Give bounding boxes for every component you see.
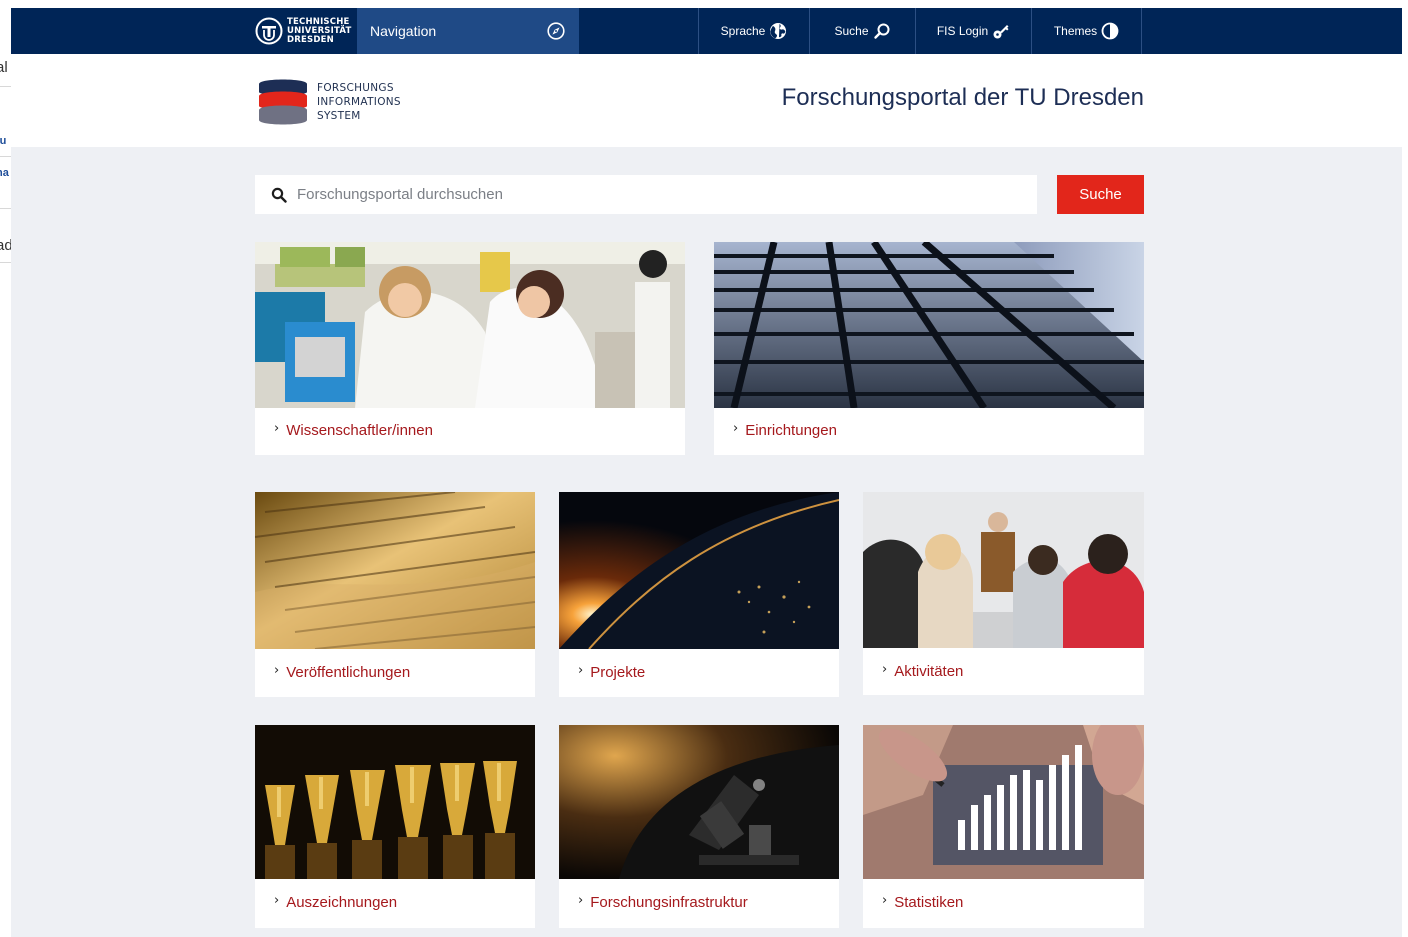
background-page-strip: al tu na ad [0,0,11,937]
language-label: Sprache [720,24,766,38]
statistics-chart-photo [863,725,1144,879]
tile-link-text: Statistiken [894,894,964,911]
tile-link-text: Einrichtungen [745,422,837,439]
themes-menu-button[interactable]: Themes [1031,8,1142,54]
fis-logo-line: SYSTEM [317,110,361,122]
search-menu-label: Suche [834,24,869,38]
background-divider [0,86,11,87]
contrast-icon [1101,22,1119,40]
search-icon [271,187,287,203]
tile-projekte[interactable]: › Projekte [559,492,839,697]
fis-login-label: FIS Login [936,24,989,38]
fis-logo-text: FORSCHUNGS INFORMATIONS SYSTEM [317,81,401,123]
fis-logo[interactable]: FORSCHUNGS INFORMATIONS SYSTEM [257,76,401,128]
tile-wissenschaftler[interactable]: › Wissenschaftler/innen [255,242,685,455]
search-button[interactable]: Suche [1057,175,1144,214]
tile-auszeichnungen[interactable]: › Auszeichnungen [255,725,535,928]
tu-logo-text: TECHNISCHE UNIVERSITÄT DRESDEN [287,17,351,45]
tile-link-text: Veröffentlichungen [286,664,411,681]
compass-icon [547,22,565,40]
scientists-lab-photo [255,242,685,408]
lecture-audience-photo [863,492,1144,648]
fis-logo-line: FORSCHUNGS [317,82,394,94]
chevron-right-icon: › [274,893,280,908]
tile-link-text: Forschungsinfrastruktur [590,894,748,911]
chevron-right-icon: › [882,893,888,908]
tile-label[interactable]: › Forschungsinfrastruktur [578,893,748,911]
tile-einrichtungen[interactable]: › Einrichtungen [714,242,1144,455]
chevron-right-icon: › [274,421,280,436]
top-navbar: TECHNISCHE UNIVERSITÄT DRESDEN Navigatio… [11,8,1402,54]
page-title: Forschungsportal der TU Dresden [781,84,1144,111]
tile-label[interactable]: › Veröffentlichungen [274,663,411,681]
tu-emblem-icon [255,17,283,45]
fis-stack-icon [259,79,307,125]
chevron-right-icon: › [578,663,584,678]
background-divider [0,262,11,263]
glass-building-photo [714,242,1144,408]
globe-icon [770,23,787,39]
top-menu: Sprache Suche FIS Login Themes [698,8,1142,54]
tile-label[interactable]: › Einrichtungen [733,421,837,439]
tile-link-text: Aktivitäten [894,663,964,680]
search-input[interactable] [297,186,997,203]
tile-label[interactable]: › Wissenschaftler/innen [274,421,433,439]
search-menu-button[interactable]: Suche [809,8,915,54]
tile-link-text: Projekte [590,664,646,681]
tu-dresden-logo[interactable]: TECHNISCHE UNIVERSITÄT DRESDEN [255,14,355,48]
key-icon [993,25,1009,39]
golden-trophies-photo [255,725,535,879]
book-pages-photo [255,492,535,649]
chevron-right-icon: › [733,421,739,436]
microscope-photo [559,725,839,879]
tile-label[interactable]: › Projekte [578,663,646,681]
earth-sunrise-photo [559,492,839,649]
tile-statistiken[interactable]: › Statistiken [863,725,1144,928]
portal-page: TECHNISCHE UNIVERSITÄT DRESDEN Navigatio… [11,8,1402,937]
tile-forschungsinfrastruktur[interactable]: › Forschungsinfrastruktur [559,725,839,928]
navigation-toggle-button[interactable]: Navigation [357,8,579,54]
chevron-right-icon: › [882,662,888,677]
site-header: FORSCHUNGS INFORMATIONS SYSTEM Forschung… [11,54,1402,147]
background-text-fragment: ad [0,237,11,254]
tu-logo-line: DRESDEN [287,34,334,45]
language-menu-button[interactable]: Sprache [698,8,809,54]
background-link-fragment: na [0,167,9,179]
chevron-right-icon: › [578,893,584,908]
background-divider [0,208,11,209]
background-link-fragment: tu [0,135,7,147]
navigation-label: Navigation [370,23,437,39]
chevron-right-icon: › [274,663,280,678]
themes-label: Themes [1053,24,1098,38]
tile-veroeffentlichungen[interactable]: › Veröffentlichungen [255,492,535,697]
browser-viewport: al tu na ad TECHNISCHE UNIVERSITÄT DRESD… [0,0,1408,937]
tile-aktivitaeten[interactable]: › Aktivitäten [863,492,1144,695]
tile-link-text: Wissenschaftler/innen [286,422,433,439]
tile-label[interactable]: › Aktivitäten [882,662,964,680]
background-text-fragment: al [0,59,8,76]
tile-link-text: Auszeichnungen [286,894,398,911]
search-field[interactable] [255,175,1037,214]
tile-label[interactable]: › Statistiken [882,893,964,911]
background-divider [0,156,11,157]
fis-login-button[interactable]: FIS Login [915,8,1031,54]
search-icon [873,23,890,39]
fis-logo-line: INFORMATIONS [317,96,401,108]
tile-label[interactable]: › Auszeichnungen [274,893,398,911]
